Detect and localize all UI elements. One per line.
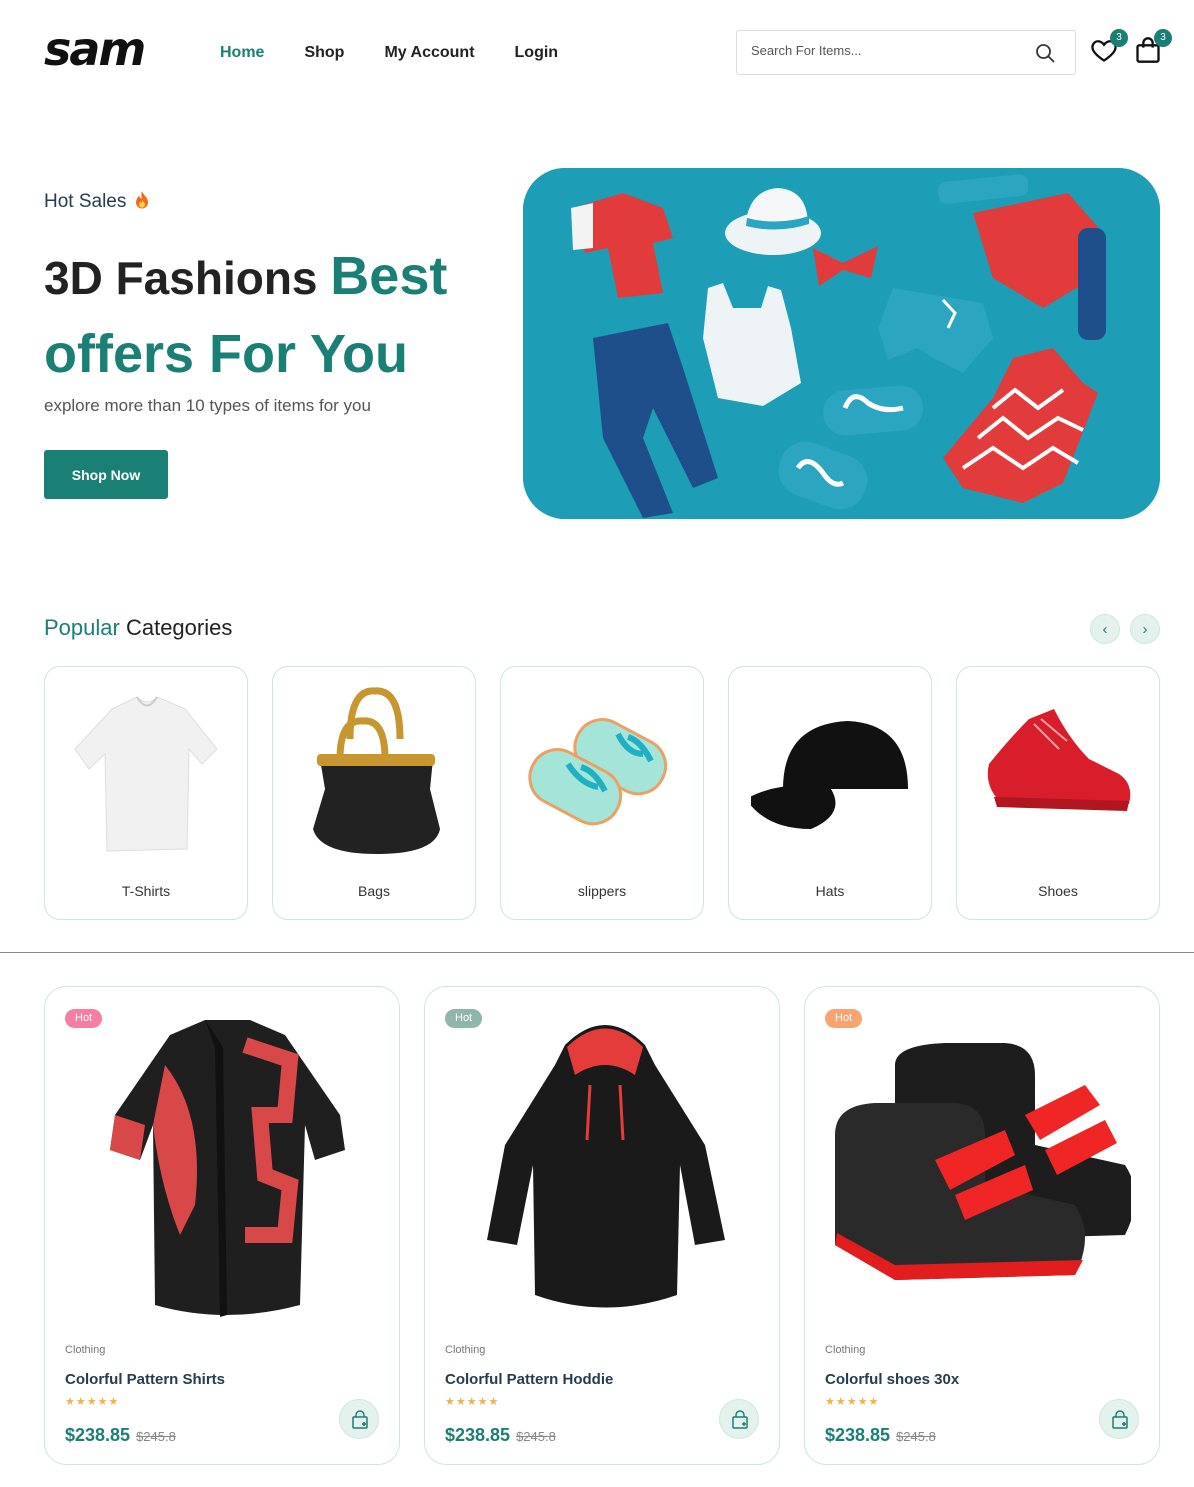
- product-card[interactable]: Hot Clothing Colorful Pattern Hoddie ★★★…: [424, 986, 780, 1465]
- current-price: $238.85: [825, 1425, 891, 1445]
- bag-image: [313, 687, 440, 854]
- site-header: sam Home Shop My Account Login 3 3: [0, 0, 1194, 106]
- section-divider: [0, 952, 1194, 953]
- category-label: slippers: [577, 883, 627, 899]
- add-to-cart-button[interactable]: [719, 1399, 759, 1439]
- wishlist-count-badge: 3: [1110, 29, 1128, 47]
- clothing-collage-illustration: [523, 168, 1160, 519]
- current-price: $238.85: [65, 1425, 131, 1445]
- nav-home[interactable]: Home: [220, 44, 264, 62]
- hero-title-plain: 3D Fashions: [44, 252, 331, 304]
- carousel-next-button[interactable]: ›: [1130, 614, 1160, 644]
- product-card[interactable]: Hot Clothing Colorful Pattern Shirts ★★★…: [44, 986, 400, 1465]
- category-card-shoes[interactable]: Shoes: [956, 666, 1160, 920]
- search-box: [736, 30, 1076, 75]
- popular-categories-heading: Popular Categories: [44, 615, 232, 641]
- category-card-tshirts[interactable]: T-Shirts: [44, 666, 248, 920]
- search-input[interactable]: [751, 43, 1021, 58]
- hero-title-highlight-1: Best: [330, 246, 448, 306]
- rating-stars: ★★★★★: [825, 1396, 880, 1408]
- category-label: Bags: [358, 883, 390, 899]
- product-price: $238.85 $245.8: [825, 1425, 936, 1446]
- heading-highlight: Popular: [44, 615, 120, 640]
- old-price: $245.8: [516, 1429, 556, 1444]
- brand-logo[interactable]: sam: [44, 22, 146, 76]
- chevron-left-icon: ‹: [1102, 621, 1108, 638]
- category-card-slippers[interactable]: slippers: [500, 666, 704, 920]
- product-category: Clothing: [825, 1344, 866, 1356]
- carousel-prev-button[interactable]: ‹: [1090, 614, 1120, 644]
- nav-my-account[interactable]: My Account: [384, 44, 474, 62]
- cart-button[interactable]: 3: [1134, 29, 1172, 66]
- add-to-cart-button[interactable]: [1099, 1399, 1139, 1439]
- product-price: $238.85 $245.8: [445, 1425, 556, 1446]
- shop-now-button[interactable]: Shop Now: [44, 450, 168, 499]
- rating-stars: ★★★★★: [445, 1396, 500, 1408]
- category-card-bags[interactable]: Bags: [272, 666, 476, 920]
- hero-title: 3D Fashions Best offers For You: [44, 238, 484, 394]
- product-name[interactable]: Colorful Pattern Shirts: [65, 1371, 225, 1388]
- hero-title-highlight-2: offers For You: [44, 324, 409, 384]
- cart-count-badge: 3: [1154, 29, 1172, 47]
- tshirt-image: [74, 696, 218, 852]
- hero-banner-image: [523, 168, 1160, 519]
- category-label: Shoes: [1038, 883, 1078, 899]
- chevron-right-icon: ›: [1142, 621, 1148, 638]
- heading-rest: Categories: [119, 615, 233, 640]
- category-label: Hats: [815, 883, 845, 899]
- fire-icon: [135, 191, 148, 209]
- nav-shop[interactable]: Shop: [304, 44, 344, 62]
- slippers-image: [528, 718, 668, 826]
- product-card[interactable]: Hot Clothing Colorful shoes 30x ★★★★★ $2…: [804, 986, 1160, 1465]
- product-image-shirt: [110, 1020, 345, 1317]
- hero-tag-text: Hot Sales: [44, 191, 127, 212]
- hero-tag: Hot Sales: [44, 190, 150, 213]
- category-label: T-Shirts: [121, 883, 171, 899]
- product-name[interactable]: Colorful Pattern Hoddie: [445, 1371, 613, 1388]
- product-category: Clothing: [445, 1344, 486, 1356]
- cart-add-icon: [732, 1410, 748, 1429]
- wishlist-button[interactable]: 3: [1090, 29, 1128, 66]
- add-to-cart-button[interactable]: [339, 1399, 379, 1439]
- product-name[interactable]: Colorful shoes 30x: [825, 1371, 959, 1388]
- cart-add-icon: [1112, 1410, 1128, 1429]
- cap-image: [751, 721, 908, 829]
- old-price: $245.8: [896, 1429, 936, 1444]
- main-nav: Home Shop My Account Login: [220, 44, 598, 62]
- product-image-hoodie: [487, 1025, 725, 1308]
- product-category: Clothing: [65, 1344, 106, 1356]
- product-image-shoes: [835, 1043, 1131, 1280]
- rating-stars: ★★★★★: [65, 1396, 120, 1408]
- current-price: $238.85: [445, 1425, 511, 1445]
- sneaker-image: [987, 709, 1131, 811]
- old-price: $245.8: [136, 1429, 176, 1444]
- cart-add-icon: [352, 1410, 368, 1429]
- nav-login[interactable]: Login: [515, 44, 559, 62]
- product-price: $238.85 $245.8: [65, 1425, 176, 1446]
- hero-subtitle: explore more than 10 types of items for …: [44, 396, 371, 415]
- category-card-hats[interactable]: Hats: [728, 666, 932, 920]
- search-icon[interactable]: [1035, 43, 1055, 63]
